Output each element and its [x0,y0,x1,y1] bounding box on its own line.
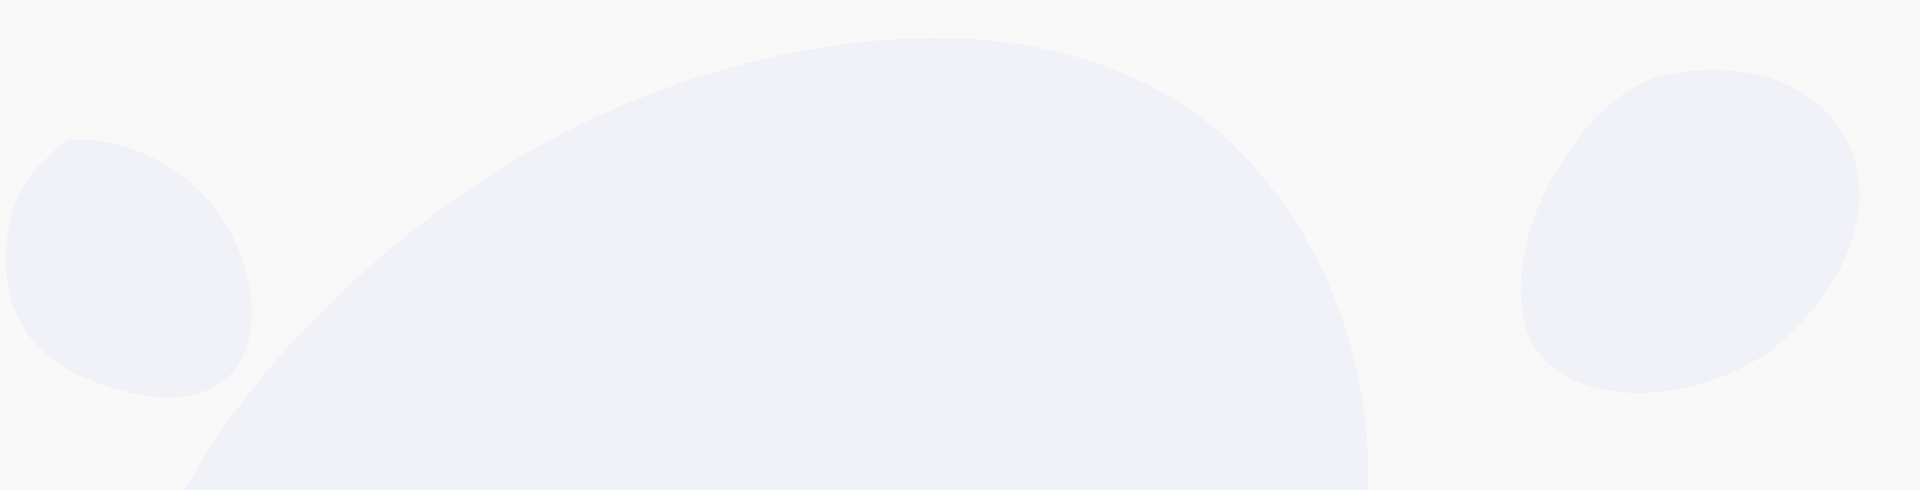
decorative-background [0,0,1920,490]
blob-canvas [0,0,1920,490]
